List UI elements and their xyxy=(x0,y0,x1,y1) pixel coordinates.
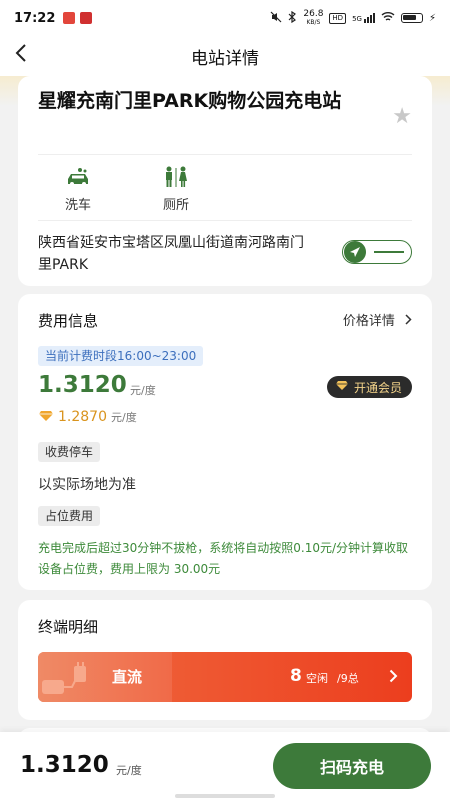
net-speed-unit: KB/S xyxy=(306,19,321,26)
home-indicator xyxy=(175,794,275,798)
page-title: 电站详情 xyxy=(191,48,259,69)
battery-icon xyxy=(400,13,423,23)
navigate-line xyxy=(374,251,404,253)
amenity-label: 洗车 xyxy=(64,198,91,213)
star-icon[interactable]: ★ xyxy=(392,104,412,129)
signal-icon: 5G xyxy=(352,13,375,23)
divider xyxy=(38,220,412,221)
occupancy-fee-note: 充电完成后超过30分钟不拔枪，系统将自动按照0.10元/分钟计算收取设备占位费，… xyxy=(38,541,409,576)
signal-label: 5G xyxy=(352,15,362,23)
terminal-card: 终端明细 直流 8 空闲 /9总 xyxy=(18,600,432,720)
amenity-label: 厕所 xyxy=(162,198,189,213)
bottom-price-unit: 元/度 xyxy=(116,764,142,777)
terminal-section-title: 终端明细 xyxy=(38,618,99,636)
hd-icon: HD xyxy=(329,12,347,24)
bottom-price: 1.3120 xyxy=(20,752,109,778)
status-bar: 17:22 26.8 KB/S HD 5G ⚡ xyxy=(0,0,450,36)
navigation-arrow-icon xyxy=(344,241,366,263)
notification-app-icon xyxy=(63,12,76,24)
bottom-action-bar: 1.3120 元/度 扫码充电 xyxy=(0,732,450,800)
wifi-icon xyxy=(381,11,395,25)
navigate-button[interactable] xyxy=(342,240,412,264)
dc-terminal-graphic xyxy=(38,652,172,702)
fee-card: 费用信息 价格详情 当前计费时段16:00~23:00 1.3120 元/度 开… xyxy=(18,294,432,590)
status-indicators: 26.8 KB/S HD 5G ⚡ xyxy=(270,10,436,26)
station-card: 星耀充南门里PARK购物公园充电站 ★ 洗车 厕所 陕西省延安市宝塔区凤凰山街道… xyxy=(18,76,432,286)
status-time: 17:22 xyxy=(14,10,56,26)
billing-period-tag: 当前计费时段16:00~23:00 xyxy=(38,346,204,366)
station-name: 星耀充南门里PARK购物公园充电站 xyxy=(38,90,342,112)
divider xyxy=(38,154,412,155)
bluetooth-icon xyxy=(288,10,297,26)
chevron-left-icon[interactable] xyxy=(14,42,28,70)
price-detail-link[interactable]: 价格详情 xyxy=(343,310,412,329)
restroom-icon xyxy=(146,166,206,188)
member-price: 1.2870 元/度 xyxy=(38,407,137,426)
diamond-icon xyxy=(335,380,349,394)
member-price-value: 1.2870 xyxy=(58,408,107,425)
occupancy-fee-tag: 占位费用 xyxy=(38,506,101,526)
mute-icon xyxy=(270,11,282,26)
free-count: 8 xyxy=(290,666,302,686)
amenity-restroom: 厕所 xyxy=(146,166,206,213)
net-speed-value: 26.8 xyxy=(303,9,324,19)
chevron-right-icon xyxy=(389,664,398,688)
member-price-unit: 元/度 xyxy=(111,410,137,424)
diamond-icon xyxy=(38,407,54,426)
paid-parking-tag: 收费停车 xyxy=(38,442,101,462)
charging-icon: ⚡ xyxy=(428,12,436,24)
car-wash-icon xyxy=(48,166,108,188)
app-header: 电站详情 xyxy=(0,36,450,76)
chevron-right-icon xyxy=(405,314,412,329)
open-membership-label: 开通会员 xyxy=(353,380,402,395)
parking-note: 以实际场地为准 xyxy=(38,477,136,493)
fee-section-title: 费用信息 xyxy=(38,312,99,330)
charger-plug-icon xyxy=(42,662,86,694)
current-price: 1.3120 xyxy=(38,372,127,398)
dc-terminal-row[interactable]: 直流 8 空闲 /9总 xyxy=(38,652,412,702)
net-speed: 26.8 KB/S xyxy=(303,9,324,27)
scan-to-charge-button[interactable]: 扫码充电 xyxy=(273,743,431,789)
open-membership-button[interactable]: 开通会员 xyxy=(326,376,412,398)
notification-app-icon xyxy=(80,12,93,24)
free-label: 空闲 xyxy=(306,672,328,685)
terminal-type-label: 直流 xyxy=(112,668,143,686)
price-detail-label: 价格详情 xyxy=(342,314,395,329)
amenity-car-wash: 洗车 xyxy=(48,166,108,213)
station-address: 陕西省延安市宝塔区凤凰山街道南河路南门里PARK xyxy=(38,235,304,273)
total-label: /9总 xyxy=(337,672,359,685)
current-price-unit: 元/度 xyxy=(130,384,156,397)
